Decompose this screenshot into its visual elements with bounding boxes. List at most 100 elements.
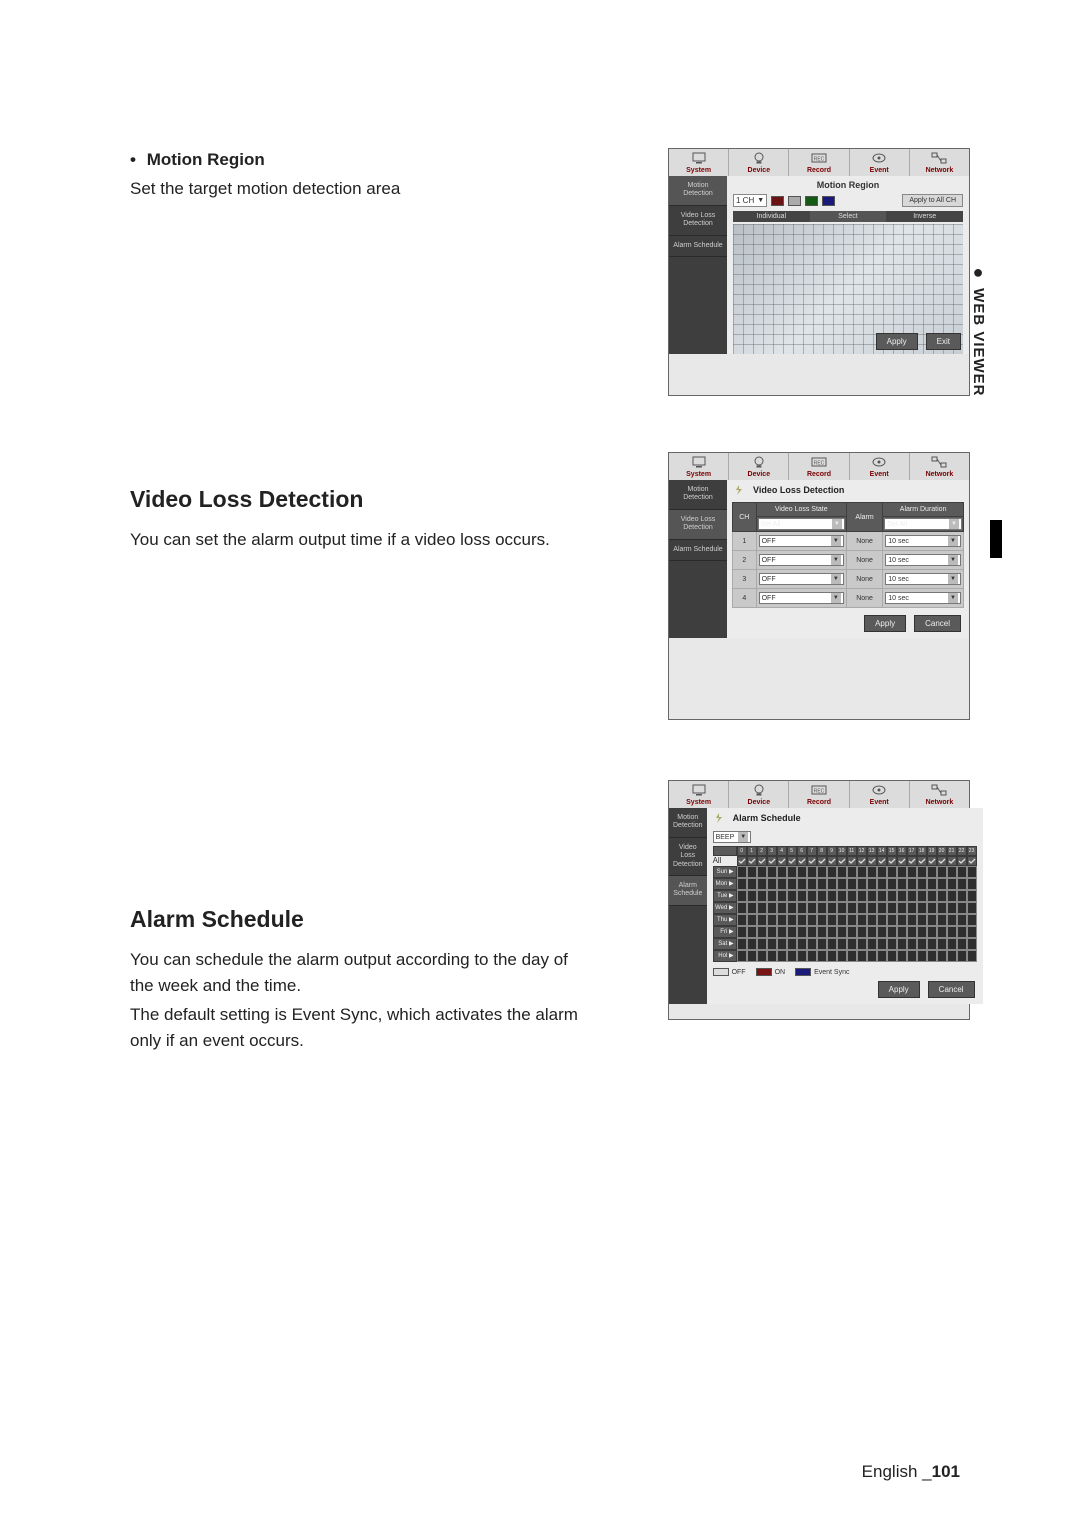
schedule-cell[interactable] xyxy=(967,902,977,914)
sidebar-item-video-loss[interactable]: Video Loss Detection xyxy=(669,838,707,876)
all-hour-toggle[interactable] xyxy=(777,856,787,866)
schedule-cell[interactable] xyxy=(747,866,757,878)
apply-button[interactable]: Apply xyxy=(864,615,906,632)
schedule-cell[interactable] xyxy=(867,926,877,938)
state-select[interactable]: OFF▼ xyxy=(759,573,844,585)
schedule-cell[interactable] xyxy=(737,902,747,914)
schedule-cell[interactable] xyxy=(767,938,777,950)
all-hour-toggle[interactable] xyxy=(797,856,807,866)
schedule-cell[interactable] xyxy=(877,950,887,962)
schedule-cell[interactable] xyxy=(947,926,957,938)
schedule-cell[interactable] xyxy=(807,878,817,890)
schedule-cell[interactable] xyxy=(767,866,777,878)
schedule-cell[interactable] xyxy=(817,938,827,950)
all-hour-toggle[interactable] xyxy=(847,856,857,866)
schedule-cell[interactable] xyxy=(877,866,887,878)
schedule-cell[interactable] xyxy=(787,914,797,926)
schedule-cell[interactable] xyxy=(857,926,867,938)
schedule-cell[interactable] xyxy=(887,914,897,926)
schedule-cell[interactable] xyxy=(927,866,937,878)
schedule-cell[interactable] xyxy=(967,926,977,938)
schedule-cell[interactable] xyxy=(847,878,857,890)
all-hour-toggle[interactable] xyxy=(867,856,877,866)
schedule-cell[interactable] xyxy=(917,926,927,938)
day-label[interactable]: Thu ▶ xyxy=(713,914,737,926)
schedule-cell[interactable] xyxy=(917,902,927,914)
schedule-cell[interactable] xyxy=(927,950,937,962)
schedule-cell[interactable] xyxy=(897,890,907,902)
schedule-cell[interactable] xyxy=(787,866,797,878)
schedule-cell[interactable] xyxy=(927,926,937,938)
set-all-state-select[interactable]: Set All▼ xyxy=(758,518,845,530)
schedule-cell[interactable] xyxy=(827,878,837,890)
schedule-cell[interactable] xyxy=(787,926,797,938)
schedule-cell[interactable] xyxy=(837,866,847,878)
schedule-cell[interactable] xyxy=(767,950,777,962)
schedule-cell[interactable] xyxy=(847,938,857,950)
schedule-cell[interactable] xyxy=(777,938,787,950)
schedule-cell[interactable] xyxy=(867,914,877,926)
all-hour-toggle[interactable] xyxy=(747,856,757,866)
schedule-cell[interactable] xyxy=(757,938,767,950)
nav-tab-network[interactable]: Network xyxy=(910,149,969,176)
schedule-cell[interactable] xyxy=(737,938,747,950)
day-label[interactable]: Wed ▶ xyxy=(713,902,737,914)
schedule-cell[interactable] xyxy=(877,902,887,914)
schedule-cell[interactable] xyxy=(907,878,917,890)
duration-select[interactable]: 10 sec▼ xyxy=(885,592,961,604)
schedule-cell[interactable] xyxy=(937,878,947,890)
schedule-cell[interactable] xyxy=(807,938,817,950)
day-label[interactable]: Fri ▶ xyxy=(713,926,737,938)
all-hour-toggle[interactable] xyxy=(737,856,747,866)
schedule-cell[interactable] xyxy=(907,866,917,878)
nav-tab-event[interactable]: Event xyxy=(850,453,910,480)
day-label[interactable]: Mon ▶ xyxy=(713,878,737,890)
nav-tab-network[interactable]: Network xyxy=(910,781,969,808)
sidebar-item-motion-detection[interactable]: Motion Detection xyxy=(669,176,727,206)
schedule-cell[interactable] xyxy=(927,914,937,926)
schedule-cell[interactable] xyxy=(827,950,837,962)
schedule-cell[interactable] xyxy=(787,878,797,890)
schedule-cell[interactable] xyxy=(857,866,867,878)
nav-tab-system[interactable]: System xyxy=(669,453,729,480)
schedule-cell[interactable] xyxy=(827,866,837,878)
schedule-cell[interactable] xyxy=(947,878,957,890)
schedule-cell[interactable] xyxy=(867,938,877,950)
nav-tab-event[interactable]: Event xyxy=(850,149,910,176)
schedule-cell[interactable] xyxy=(817,914,827,926)
all-hour-toggle[interactable] xyxy=(887,856,897,866)
schedule-cell[interactable] xyxy=(847,902,857,914)
schedule-cell[interactable] xyxy=(777,926,787,938)
schedule-cell[interactable] xyxy=(907,926,917,938)
schedule-cell[interactable] xyxy=(817,878,827,890)
schedule-cell[interactable] xyxy=(887,950,897,962)
schedule-cell[interactable] xyxy=(797,950,807,962)
schedule-cell[interactable] xyxy=(947,914,957,926)
all-hour-toggle[interactable] xyxy=(857,856,867,866)
schedule-cell[interactable] xyxy=(877,878,887,890)
nav-tab-system[interactable]: System xyxy=(669,781,729,808)
schedule-cell[interactable] xyxy=(807,902,817,914)
schedule-cell[interactable] xyxy=(877,890,887,902)
sidebar-item-alarm-schedule[interactable]: Alarm Schedule xyxy=(669,236,727,257)
all-hour-toggle[interactable] xyxy=(757,856,767,866)
schedule-cell[interactable] xyxy=(737,926,747,938)
all-hour-toggle[interactable] xyxy=(827,856,837,866)
set-all-duration-select[interactable]: Set All▼ xyxy=(884,518,962,530)
schedule-cell[interactable] xyxy=(897,914,907,926)
all-hour-toggle[interactable] xyxy=(937,856,947,866)
nav-tab-device[interactable]: Device xyxy=(729,149,789,176)
schedule-cell[interactable] xyxy=(867,950,877,962)
schedule-cell[interactable] xyxy=(777,950,787,962)
schedule-cell[interactable] xyxy=(907,890,917,902)
schedule-cell[interactable] xyxy=(837,938,847,950)
schedule-cell[interactable] xyxy=(927,890,937,902)
schedule-cell[interactable] xyxy=(897,950,907,962)
color-swatch-blue[interactable] xyxy=(822,196,835,206)
nav-tab-record[interactable]: REC Record xyxy=(789,149,849,176)
mode-tab-individual[interactable]: Individual xyxy=(733,211,810,222)
schedule-cell[interactable] xyxy=(847,914,857,926)
nav-tab-event[interactable]: Event xyxy=(850,781,910,808)
schedule-cell[interactable] xyxy=(807,926,817,938)
schedule-cell[interactable] xyxy=(767,902,777,914)
